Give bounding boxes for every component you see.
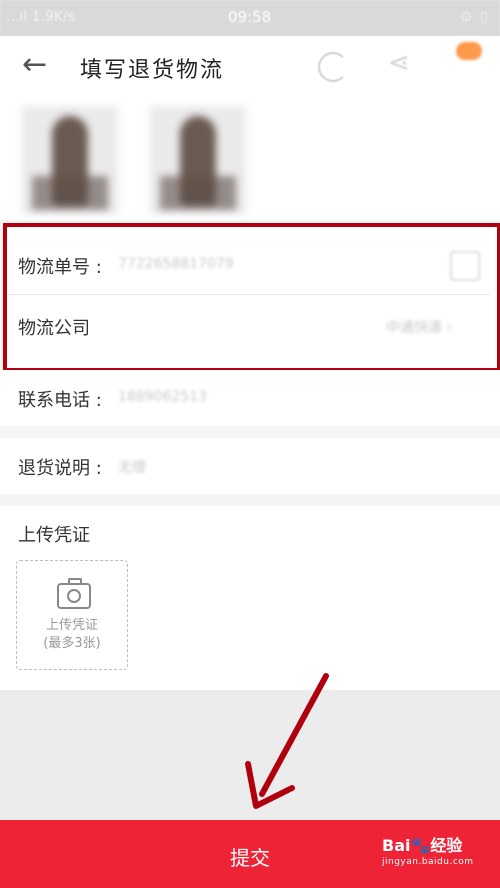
arrow-shaft <box>259 673 329 797</box>
annotation-arrow <box>245 673 329 809</box>
